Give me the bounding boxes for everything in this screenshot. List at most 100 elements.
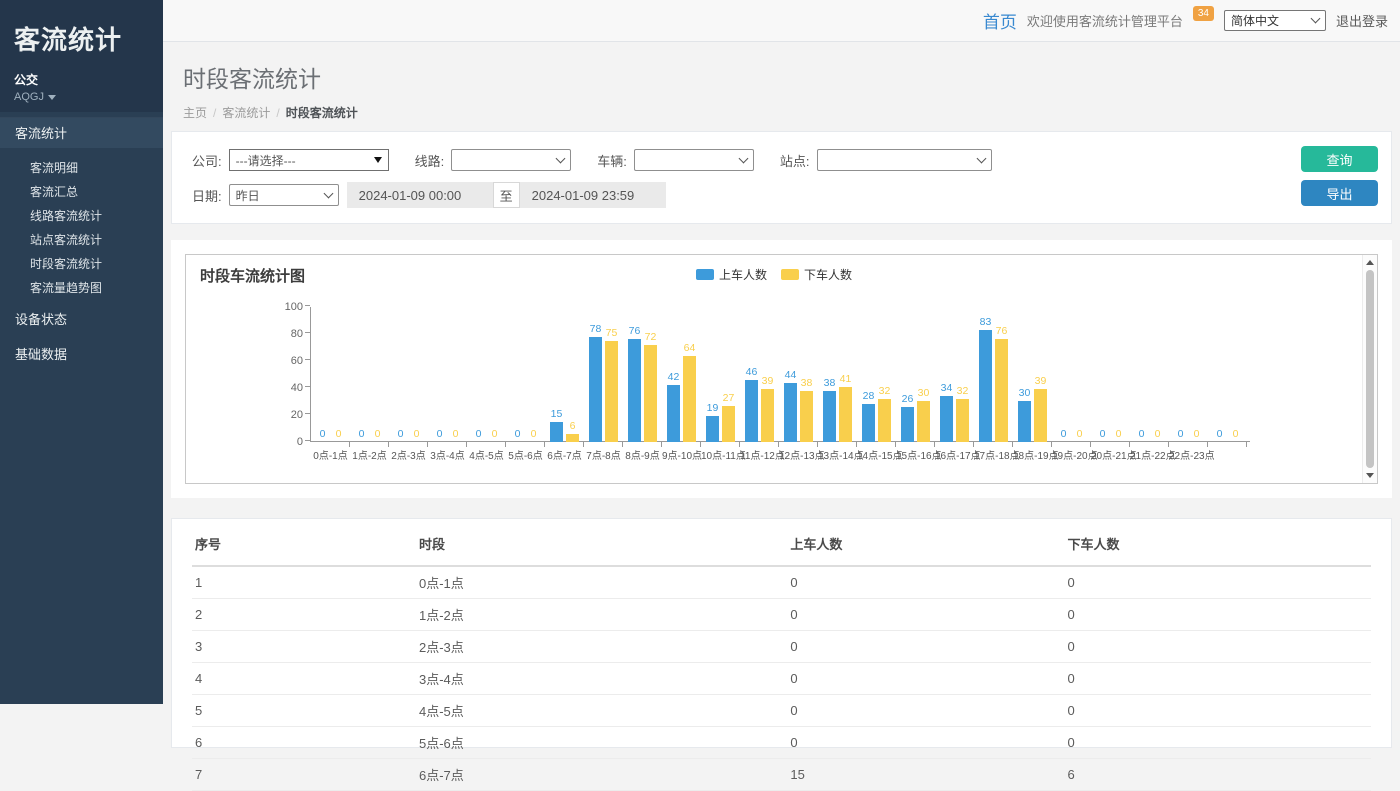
chart-category: 001点-2点 <box>350 307 389 442</box>
breadcrumb-separator: / <box>276 106 279 120</box>
x-axis-label: 0点-1点 <box>311 447 350 462</box>
line-select[interactable] <box>451 149 571 171</box>
brand-title: 客流统计 <box>14 20 149 57</box>
bar-value-label: 6 <box>562 420 583 432</box>
bar-value-label: 39 <box>757 375 778 387</box>
scroll-thumb[interactable] <box>1366 270 1374 468</box>
y-axis-tick <box>305 305 310 306</box>
bar-value-label: 0 <box>523 428 544 440</box>
bar-value-label: 30 <box>913 387 934 399</box>
sidebar-subitem[interactable]: 客流量趋势图 <box>0 276 163 300</box>
query-button[interactable]: 查询 <box>1301 146 1378 172</box>
chart-category: 003点-4点 <box>428 307 467 442</box>
x-axis-label: 17点-18点 <box>974 447 1013 462</box>
bar-value-label: 32 <box>874 385 895 397</box>
bar <box>839 387 852 442</box>
bar <box>605 341 618 442</box>
scroll-up-icon[interactable] <box>1366 260 1374 265</box>
brand-block: 客流统计 公交 AQGJ <box>0 0 163 112</box>
language-select[interactable]: 简体中文 <box>1224 10 1326 31</box>
home-link[interactable]: 首页 <box>983 8 1017 33</box>
sidebar-item[interactable]: 设备状态 <box>0 305 163 335</box>
sidebar-subitem[interactable]: 线路客流统计 <box>0 204 163 228</box>
table-cell: 3 <box>192 631 416 663</box>
bar <box>706 416 719 442</box>
date-to-input[interactable]: 2024-01-09 23:59 <box>520 182 666 208</box>
chart-category: 192710点-11点 <box>701 307 740 442</box>
org-label: 公交 <box>14 71 149 88</box>
company-label: 公司: <box>192 151 222 170</box>
bar <box>901 407 914 442</box>
bar-value-label: 75 <box>601 327 622 339</box>
table-cell: 4点-5点 <box>416 695 787 727</box>
table-cell: 5点-6点 <box>416 727 787 759</box>
x-axis-label: 14点-15点 <box>857 447 896 462</box>
welcome-text: 欢迎使用客流统计管理平台 <box>1027 11 1183 30</box>
x-axis-label: 9点-10点 <box>662 447 701 462</box>
language-select-value: 简体中文 <box>1231 12 1279 29</box>
y-axis-tick <box>305 359 310 360</box>
sidebar-subitem[interactable]: 客流明细 <box>0 156 163 180</box>
bar <box>917 401 930 442</box>
bar-value-label: 39 <box>1030 375 1051 387</box>
x-axis-label: 3点-4点 <box>428 447 467 462</box>
table-cell: 1 <box>192 566 416 599</box>
x-axis-label: 19点-20点 <box>1052 447 1091 462</box>
caret-down-icon <box>48 95 56 100</box>
vehicle-select[interactable] <box>634 149 754 171</box>
x-axis-label: 20点-21点 <box>1091 447 1130 462</box>
legend-swatch <box>696 269 714 280</box>
chart-category: 000点-1点 <box>311 307 350 442</box>
chart-category: 002点-3点 <box>389 307 428 442</box>
breadcrumb-item[interactable]: 主页 <box>183 106 207 120</box>
legend-item[interactable]: 上车人数 <box>696 266 767 283</box>
table-cell: 6 <box>192 727 416 759</box>
page-title: 时段客流统计 <box>183 60 1380 94</box>
table-cell: 5 <box>192 695 416 727</box>
export-button[interactable]: 导出 <box>1301 180 1378 206</box>
scroll-down-icon[interactable] <box>1366 473 1374 478</box>
chart-cells: 000点-1点001点-2点002点-3点003点-4点004点-5点005点-… <box>311 307 1247 442</box>
chart-category: 78757点-8点 <box>584 307 623 442</box>
org-code-dropdown[interactable]: AQGJ <box>14 91 149 103</box>
chevron-down-icon <box>738 153 748 163</box>
x-axis-tick <box>1246 442 1247 447</box>
company-select[interactable]: ---请选择--- <box>229 149 389 171</box>
table-cell: 6 <box>1064 759 1371 791</box>
table-cell: 0 <box>787 663 1064 695</box>
breadcrumb-item[interactable]: 客流统计 <box>222 106 270 120</box>
sidebar-item[interactable]: 基础数据 <box>0 340 163 370</box>
x-axis-label: 5点-6点 <box>506 447 545 462</box>
bar-value-label: 0 <box>1069 428 1090 440</box>
legend-item[interactable]: 下车人数 <box>781 266 852 283</box>
chart-category: 0022点-23点 <box>1169 307 1208 442</box>
notification-badge: 34 <box>1193 6 1214 21</box>
x-axis-label: 22点-23点 <box>1169 447 1208 462</box>
table-cell: 0 <box>1064 566 1371 599</box>
bar <box>956 399 969 442</box>
table-cell: 3点-4点 <box>416 663 787 695</box>
main-content: 时段客流统计 主页/客流统计/时段客流统计 公司: ---请选择--- 线路: … <box>163 42 1400 704</box>
sidebar-subitem[interactable]: 站点客流统计 <box>0 228 163 252</box>
chart-category: 42649点-10点 <box>662 307 701 442</box>
sidebar-subitem[interactable]: 时段客流统计 <box>0 252 163 276</box>
sidebar-subitem[interactable]: 客流汇总 <box>0 180 163 204</box>
table-cell: 0 <box>787 631 1064 663</box>
y-axis-tick <box>305 386 310 387</box>
x-axis-label: 13点-14点 <box>818 447 857 462</box>
chart-scrollbar[interactable] <box>1362 255 1377 483</box>
chart-plot: 000点-1点001点-2点002点-3点003点-4点004点-5点005点-… <box>310 307 1250 442</box>
bar-value-label: 0 <box>406 428 427 440</box>
bar-value-label: 15 <box>546 408 567 420</box>
date-from-input[interactable]: 2024-01-09 00:00 <box>347 182 493 208</box>
logout-link[interactable]: 退出登录 <box>1336 11 1388 30</box>
x-axis-label: 7点-8点 <box>584 447 623 462</box>
chart-category: 0019点-20点 <box>1052 307 1091 442</box>
y-axis-tick <box>305 440 310 441</box>
table-cell: 6点-7点 <box>416 759 787 791</box>
date-preset-select[interactable]: 昨日 <box>229 184 339 206</box>
bar <box>589 337 602 442</box>
bar-value-label: 32 <box>952 385 973 397</box>
sidebar-item-passenger-stats[interactable]: 客流统计 <box>0 117 163 148</box>
station-select[interactable] <box>817 149 992 171</box>
